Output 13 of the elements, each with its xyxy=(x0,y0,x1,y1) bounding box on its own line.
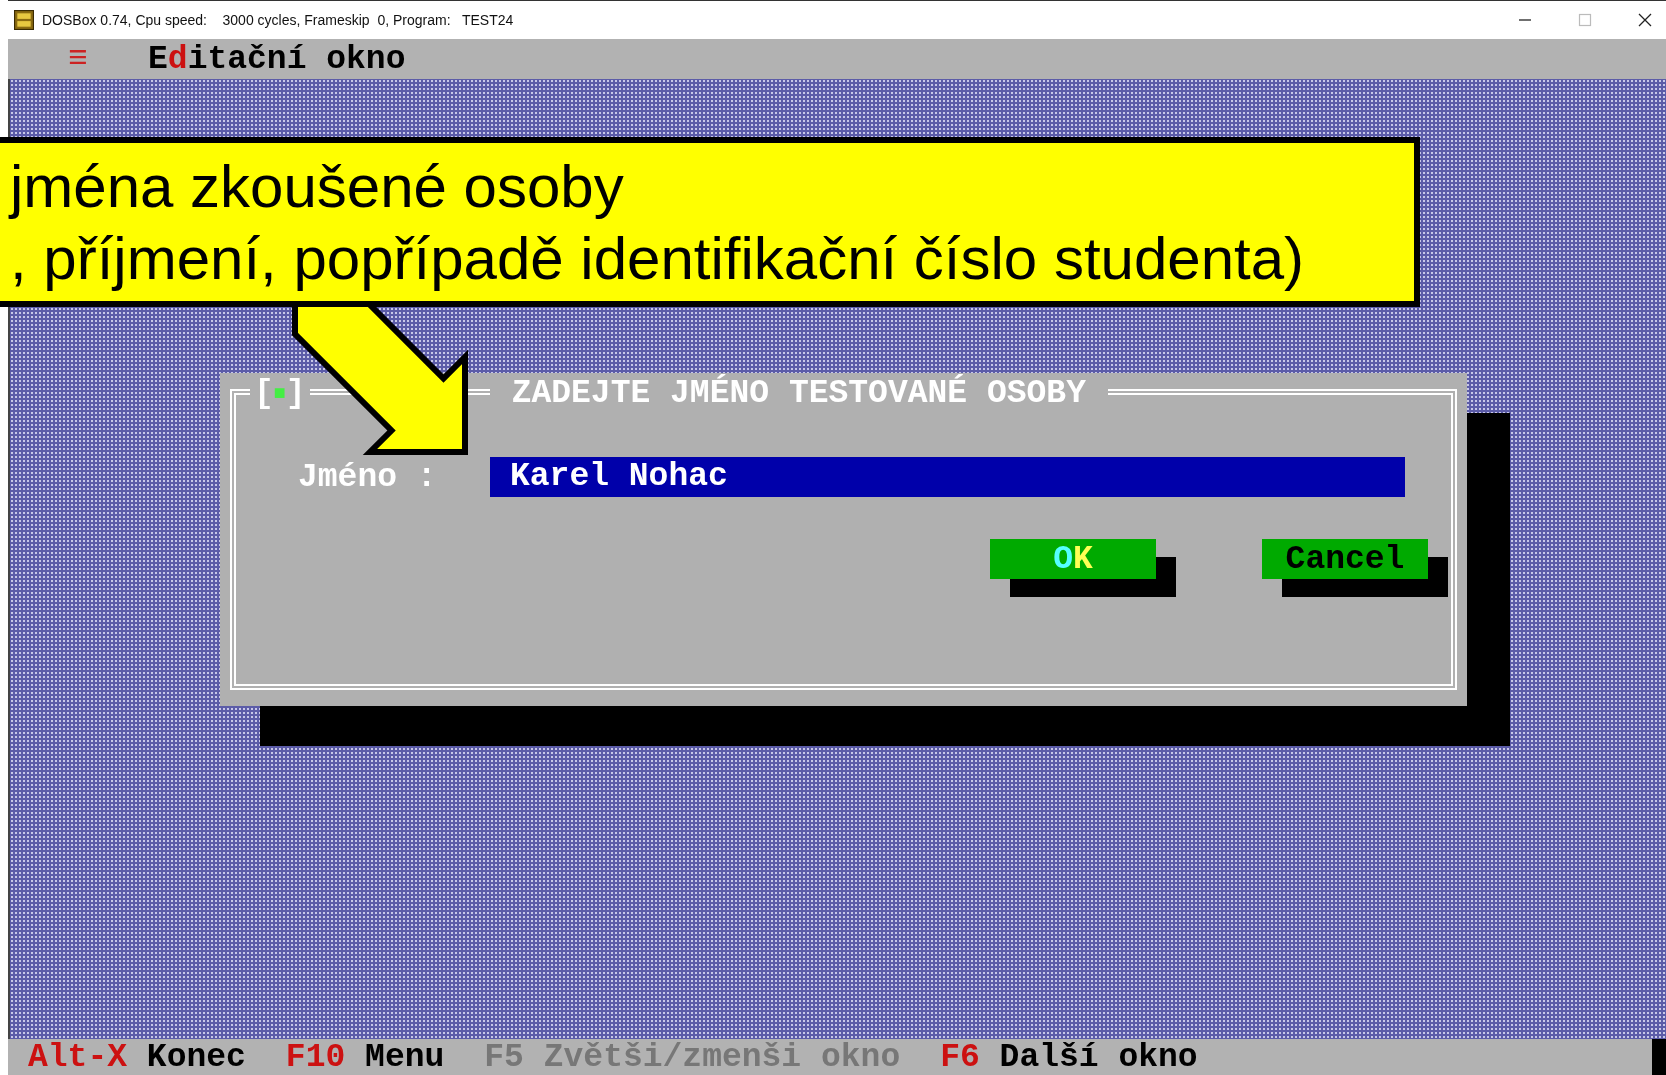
window-title: DOSBox 0.74, Cpu speed: 3000 cycles, Frameskip 0, Program: TEST24 xyxy=(42,12,515,28)
status-command[interactable]: F10 Menu xyxy=(285,1038,445,1075)
editor-title: Editační okno xyxy=(148,40,406,78)
status-command[interactable]: Alt-X Konec xyxy=(28,1038,246,1075)
cursor-block xyxy=(1652,1039,1666,1075)
close-icon[interactable] xyxy=(1638,13,1652,27)
cancel-button[interactable]: Cancel xyxy=(1262,539,1428,579)
name-field[interactable]: Karel Nohac xyxy=(490,457,1405,497)
status-command[interactable]: F6 Další okno xyxy=(940,1038,1198,1075)
callout-text: , příjmení, popřípadě identifikační číslo studenta) xyxy=(10,224,1306,294)
field-label: Jméno : xyxy=(298,458,438,496)
app-icon xyxy=(14,10,34,30)
callout-text: jména zkoušené osoby xyxy=(10,152,625,222)
